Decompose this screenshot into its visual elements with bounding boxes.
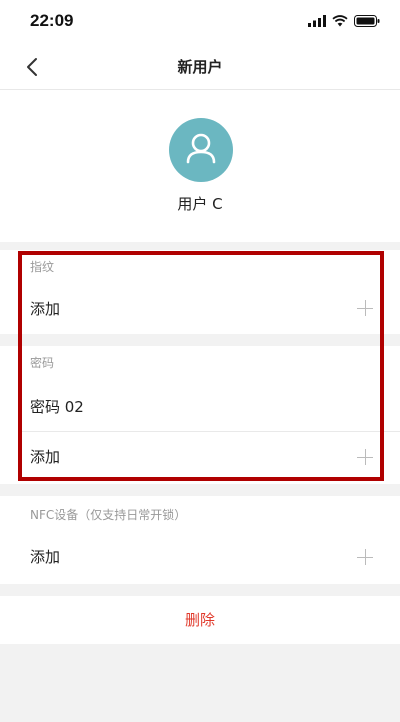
password-item-row[interactable]: 密码 02: [0, 384, 400, 430]
password-section-title: 密码: [30, 356, 55, 370]
avatar[interactable]: [169, 118, 233, 182]
plus-icon: [357, 549, 373, 565]
status-time: 22:09: [30, 11, 74, 30]
divider: [20, 431, 400, 432]
nav-bar: 新用户: [0, 42, 400, 90]
fingerprint-section-title: 指纹: [30, 260, 55, 274]
plus-icon: [357, 449, 373, 465]
add-nfc-label: 添加: [30, 548, 61, 566]
user-profile: 用户 C: [0, 90, 400, 242]
nfc-section: NFC设备（仅支持日常开锁） 添加: [0, 496, 400, 584]
status-icons: [308, 14, 380, 28]
password-section: 密码 密码 02 添加: [0, 346, 400, 484]
add-password-label: 添加: [30, 448, 61, 466]
signal-icon: [308, 15, 326, 27]
add-nfc-row[interactable]: 添加: [0, 534, 400, 580]
delete-button[interactable]: 删除: [0, 596, 400, 644]
add-fingerprint-label: 添加: [30, 300, 61, 318]
fingerprint-section: 指纹 添加: [0, 250, 400, 334]
add-fingerprint-row[interactable]: 添加: [0, 286, 400, 330]
password-item-label: 密码 02: [30, 398, 84, 416]
user-icon: [186, 133, 216, 164]
user-name[interactable]: 用户 C: [0, 193, 400, 214]
status-bar: 22:09: [0, 0, 400, 42]
add-password-row[interactable]: 添加: [0, 434, 400, 480]
wifi-icon: [332, 15, 348, 27]
plus-icon: [357, 300, 373, 316]
battery-icon: [354, 15, 380, 27]
nfc-section-title: NFC设备（仅支持日常开锁）: [30, 508, 187, 522]
page-title: 新用户: [177, 58, 223, 76]
